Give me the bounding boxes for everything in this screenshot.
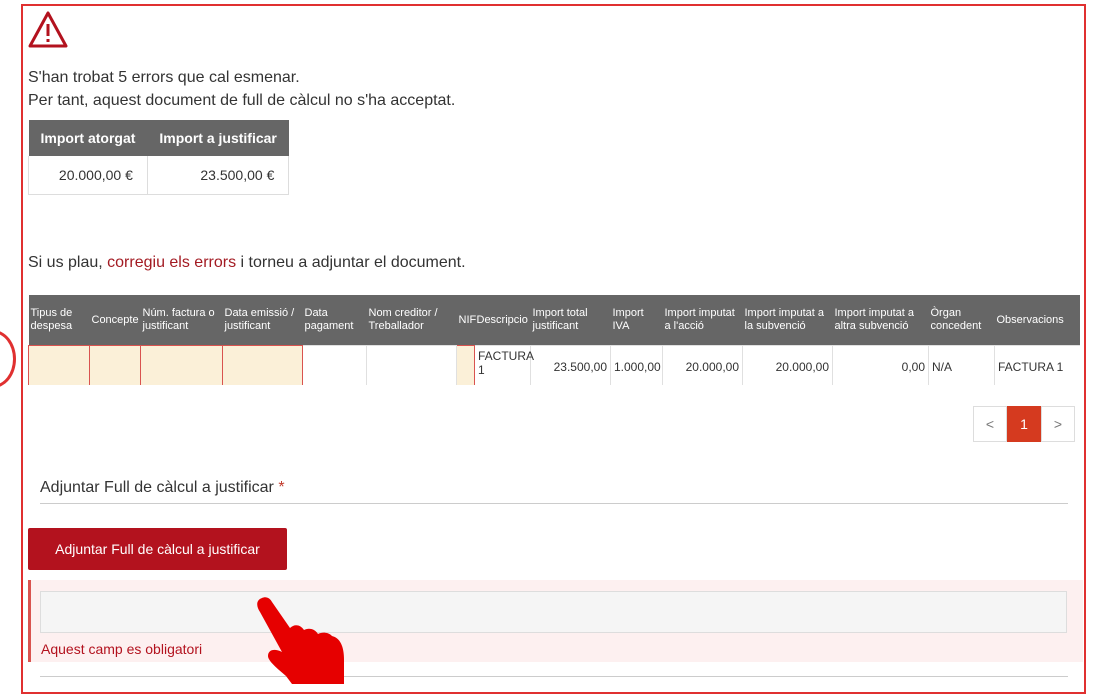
import-justificar-header: Import a justificar — [147, 120, 289, 156]
col-observacions: Observacions — [994, 295, 1080, 346]
cell-import-altra: 0,00 — [832, 345, 929, 385]
amounts-table: Import atorgat Import a justificar 20.00… — [28, 120, 290, 195]
rejection-message: Per tant, aquest document de full de càl… — [28, 92, 456, 109]
pagination: < 1 > — [973, 406, 1075, 442]
required-mark: * — [278, 479, 285, 496]
col-import-accio: Import imputat a l'acció — [662, 295, 743, 346]
col-num-factura: Núm. factura o justificant — [140, 295, 223, 346]
expenses-grid: Tipus de despesa Concepte Núm. factura o… — [28, 295, 1080, 385]
import-atorgat-header: Import atorgat — [28, 120, 148, 156]
upload-file-input[interactable] — [40, 591, 1067, 633]
cell-nif[interactable] — [456, 345, 475, 385]
error-count-message: S'han trobat 5 errors que cal esmenar. — [28, 69, 300, 86]
cell-import-subvencio: 20.000,00 — [742, 345, 833, 385]
cell-data-pagament — [302, 345, 367, 385]
cell-concepte[interactable] — [89, 345, 141, 385]
col-data-pagament: Data pagament — [302, 295, 367, 346]
cell-num-factura[interactable] — [140, 345, 223, 385]
bottom-divider — [40, 676, 1068, 677]
cell-import-total: 23.500,00 — [530, 345, 611, 385]
upload-spreadsheet-button[interactable]: Adjuntar Full de càlcul a justificar — [28, 528, 287, 570]
import-atorgat-value: 20.000,00 € — [28, 156, 148, 195]
cell-descripcio: FACTURA 1 — [474, 345, 534, 385]
warning-triangle-icon — [28, 11, 68, 48]
col-data-emissio: Data emissió / justificant — [222, 295, 303, 346]
cell-tipus-despesa[interactable] — [28, 345, 90, 385]
col-nom-creditor: Nom creditor / Treballador — [366, 295, 457, 346]
col-import-altra: Import imputat a altra subvenció — [832, 295, 929, 346]
next-page-button[interactable]: > — [1041, 406, 1075, 442]
instruction-after: i torneu a adjuntar el document. — [236, 254, 466, 271]
required-field-error: Aquest camp es obligatori — [41, 641, 203, 657]
pointing-hand-icon — [257, 597, 344, 684]
col-import-subvencio: Import imputat a la subvenció — [742, 295, 833, 346]
upload-field-label: Adjuntar Full de càlcul a justificar * — [40, 479, 285, 497]
cell-nom-creditor — [366, 345, 457, 385]
col-import-total: Import total justificant — [530, 295, 611, 346]
cell-observacions: FACTURA 1 — [994, 345, 1080, 385]
col-import-iva: Import IVA — [610, 295, 663, 346]
col-nif: NIF — [456, 295, 476, 346]
cell-import-accio: 20.000,00 — [662, 345, 743, 385]
col-descripcio: Descripcio — [474, 295, 531, 346]
cell-data-emissio[interactable] — [222, 345, 303, 385]
instruction-text: Si us plau, corregiu els errors i torneu… — [28, 254, 466, 272]
col-concepte: Concepte — [89, 295, 141, 346]
table-row: FACTURA 1 23.500,00 1.000,00 20.000,00 2… — [28, 345, 1080, 385]
instruction-before: Si us plau, — [28, 254, 108, 271]
current-page-button[interactable]: 1 — [1007, 406, 1041, 442]
upload-label-text: Adjuntar Full de càlcul a justificar — [40, 479, 274, 496]
import-justificar-value: 23.500,00 € — [146, 156, 290, 195]
col-organ: Òrgan concedent — [928, 295, 995, 346]
field-divider — [40, 503, 1068, 504]
correct-errors-link[interactable]: corregiu els errors — [107, 254, 236, 271]
col-tipus-despesa: Tipus de despesa — [28, 295, 90, 346]
cell-import-iva: 1.000,00 — [610, 345, 663, 385]
prev-page-button[interactable]: < — [973, 406, 1007, 442]
highlight-circle — [0, 330, 16, 388]
cell-organ: N/A — [928, 345, 995, 385]
